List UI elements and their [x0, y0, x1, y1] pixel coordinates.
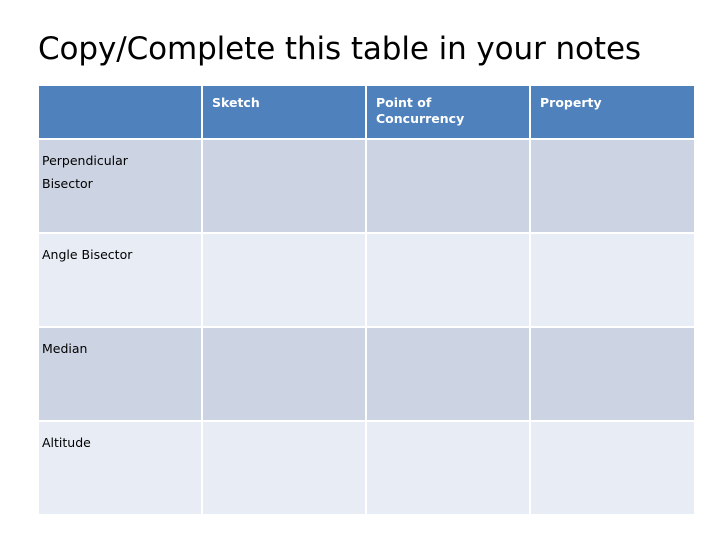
row-label-cell: Median	[39, 328, 201, 420]
row-label-cell: Altitude	[39, 422, 201, 514]
row-label: Angle Bisector	[42, 247, 133, 262]
cell-property-value	[531, 422, 694, 514]
table-row: Perpendicular Bisector	[39, 140, 694, 232]
row-label: Altitude	[42, 435, 91, 450]
table-row: Median	[39, 328, 694, 420]
page-title: Copy/Complete this table in your notes	[38, 31, 641, 67]
column-header-sketch: Sketch	[203, 86, 365, 138]
cell-sketch[interactable]	[203, 234, 365, 326]
table-row: Angle Bisector	[39, 234, 694, 326]
cell-point-of-concurrency-value	[367, 140, 529, 232]
cell-point-of-concurrency-value	[367, 422, 529, 514]
row-label-cell: Perpendicular Bisector	[39, 140, 201, 232]
cell-sketch-value	[203, 328, 365, 420]
column-header-property-label: Property	[540, 95, 602, 110]
cell-sketch-value	[203, 140, 365, 232]
cell-point-of-concurrency[interactable]	[367, 140, 529, 232]
cell-property[interactable]	[531, 328, 694, 420]
cell-sketch[interactable]	[203, 422, 365, 514]
cell-sketch[interactable]	[203, 328, 365, 420]
column-header-point-of-concurrency: Point of Concurrency	[367, 86, 529, 138]
column-header-point-of-concurrency-label: Point of Concurrency	[376, 95, 465, 126]
cell-property-value	[531, 328, 694, 420]
cell-property-value	[531, 234, 694, 326]
column-header-blank	[39, 86, 201, 138]
cell-point-of-concurrency[interactable]	[367, 422, 529, 514]
concurrency-table: Sketch Point of Concurrency Property Per…	[37, 84, 696, 516]
table-row: Altitude	[39, 422, 694, 514]
column-header-sketch-label: Sketch	[212, 95, 260, 110]
table-header-row: Sketch Point of Concurrency Property	[39, 86, 694, 138]
column-header-blank-label	[39, 86, 201, 95]
cell-point-of-concurrency-value	[367, 328, 529, 420]
cell-point-of-concurrency[interactable]	[367, 328, 529, 420]
cell-sketch-value	[203, 234, 365, 326]
cell-point-of-concurrency-value	[367, 234, 529, 326]
cell-sketch[interactable]	[203, 140, 365, 232]
row-label: Perpendicular Bisector	[42, 153, 128, 191]
slide-canvas: Copy/Complete this table in your notes S…	[0, 0, 720, 540]
cell-point-of-concurrency[interactable]	[367, 234, 529, 326]
row-label-cell: Angle Bisector	[39, 234, 201, 326]
cell-property[interactable]	[531, 422, 694, 514]
cell-property[interactable]	[531, 140, 694, 232]
column-header-property: Property	[531, 86, 694, 138]
cell-sketch-value	[203, 422, 365, 514]
cell-property[interactable]	[531, 234, 694, 326]
cell-property-value	[531, 140, 694, 232]
row-label: Median	[42, 341, 88, 356]
